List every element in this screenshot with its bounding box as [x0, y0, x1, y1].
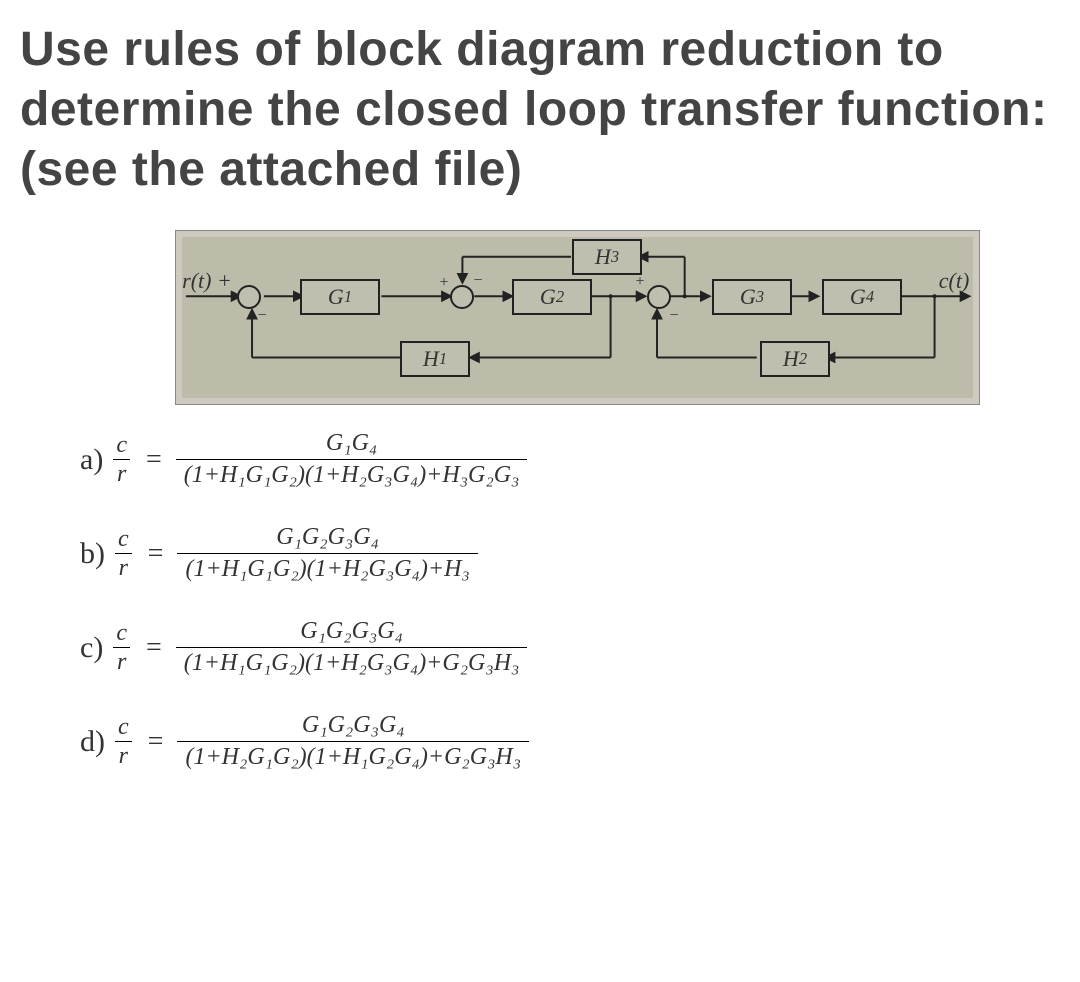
- option-b: b) c r = G₁G₂G₃G₄ (1+H₁G₁G₂)(1+H₂G₃G₄)+H…: [80, 524, 1060, 583]
- option-letter: b): [80, 537, 105, 571]
- sum3-minus: −: [669, 307, 678, 325]
- summing-junction-1: [237, 285, 261, 309]
- sum1-minus: −: [257, 307, 266, 325]
- answer-options: a) c r = G₁G₄ (1+H₁G₁G₂)(1+H₂G₃G₄)+H₃G₂G…: [80, 430, 1060, 771]
- option-expression: G₁G₄ (1+H₁G₁G₂)(1+H₂G₃G₄)+H₃G₂G₃: [176, 430, 528, 489]
- question-text: Use rules of block diagram reduction to …: [20, 20, 1060, 200]
- block-h1: H1: [400, 341, 470, 377]
- equals-sign: =: [146, 632, 162, 664]
- summing-junction-2: [450, 285, 474, 309]
- output-label: c(t): [939, 268, 970, 294]
- sum2-plus: +: [439, 274, 448, 292]
- ratio-cr: c r: [115, 527, 132, 580]
- option-a: a) c r = G₁G₄ (1+H₁G₁G₂)(1+H₂G₃G₄)+H₃G₂G…: [80, 430, 1060, 489]
- input-label: r(t) +: [182, 268, 232, 294]
- block-g4: G4: [822, 279, 902, 315]
- sum2-minus: −: [473, 272, 482, 290]
- option-c: c) c r = G₁G₂G₃G₄ (1+H₁G₁G₂)(1+H₂G₃G₄)+G…: [80, 618, 1060, 677]
- option-expression: G₁G₂G₃G₄ (1+H₂G₁G₂)(1+H₁G₂G₄)+G₂G₃H₃: [177, 712, 529, 771]
- ratio-cr: c r: [113, 433, 130, 486]
- option-d: d) c r = G₁G₂G₃G₄ (1+H₂G₁G₂)(1+H₁G₂G₄)+G…: [80, 712, 1060, 771]
- block-g3: G3: [712, 279, 792, 315]
- option-letter: c): [80, 631, 103, 665]
- block-g1: G1: [300, 279, 380, 315]
- ratio-cr: c r: [115, 715, 132, 768]
- ratio-cr: c r: [113, 621, 130, 674]
- option-letter: d): [80, 725, 105, 759]
- block-h2: H2: [760, 341, 830, 377]
- equals-sign: =: [148, 538, 164, 570]
- block-h3: H3: [572, 239, 642, 275]
- option-letter: a): [80, 443, 103, 477]
- equals-sign: =: [146, 444, 162, 476]
- sum3-plus: +: [635, 273, 644, 291]
- summing-junction-3: [647, 285, 671, 309]
- option-expression: G₁G₂G₃G₄ (1+H₁G₁G₂)(1+H₂G₃G₄)+G₂G₃H₃: [176, 618, 528, 677]
- option-expression: G₁G₂G₃G₄ (1+H₁G₁G₂)(1+H₂G₃G₄)+H₃: [177, 524, 477, 583]
- block-g2: G2: [512, 279, 592, 315]
- block-diagram: r(t) + c(t) − G1 + − G2 + − G3 G4 H3 H1 …: [175, 230, 980, 405]
- equals-sign: =: [148, 726, 164, 758]
